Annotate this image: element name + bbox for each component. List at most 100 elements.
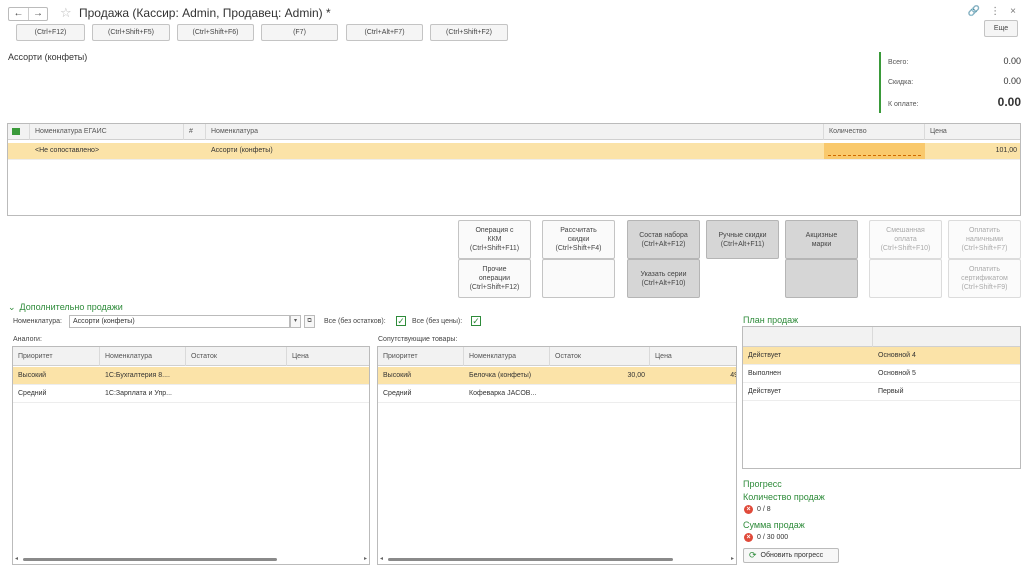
related-col-stock[interactable]: Остаток — [550, 347, 650, 366]
pay-row: К оплате: 0.00 — [888, 95, 1021, 109]
table-row[interactable]: <Не сопоставлено> Ассорти (конфеты) 101,… — [8, 143, 1020, 160]
more-menu-icon[interactable]: ⋮ — [990, 6, 1000, 17]
window-title: Продажа (Кассир: Admin, Продавец: Admin)… — [79, 6, 331, 20]
specify-series-button[interactable]: Указать серии (Ctrl+Alt+F10) — [627, 259, 700, 298]
nomenclature-cell: Ассорти (конфеты) — [211, 147, 273, 154]
additional-sales-header[interactable]: ⌄ Дополнительно продажи — [8, 302, 123, 313]
table-row[interactable]: Высокий Белочка (конфеты) 30,00 49 — [378, 367, 736, 385]
sales-plan-header — [743, 327, 1020, 347]
manual-discounts-button[interactable]: Ручные скидки (Ctrl+Alt+F11) — [706, 220, 779, 259]
analogs-table[interactable]: Приоритет Номенклатура Остаток Цена Высо… — [12, 346, 370, 565]
goods-table-header: Номенклатура ЕГАИС # Номенклатура Количе… — [8, 124, 1020, 140]
sales-sum-progress: × 0 / 30 000 — [744, 533, 788, 542]
top-button-6[interactable]: (Ctrl+Shift+F2) — [430, 24, 508, 41]
table-row[interactable]: Действует Первый — [743, 383, 1020, 401]
analogs-scrollbar[interactable]: ◂ ▸ — [13, 555, 369, 564]
open-item-icon[interactable]: ⧉ — [304, 315, 315, 328]
quantity-input[interactable] — [824, 143, 925, 159]
goods-table[interactable]: Номенклатура ЕГАИС # Номенклатура Количе… — [7, 123, 1021, 216]
back-arrow-icon[interactable]: ← — [9, 8, 28, 20]
sales-plan-title: План продаж — [743, 315, 799, 325]
all-no-price-checkbox[interactable]: ✓ — [471, 316, 481, 326]
calculate-discounts-button[interactable]: Рассчитать скидки (Ctrl+Shift+F4) — [542, 220, 615, 259]
pay-cash-button[interactable]: Оплатить наличными (Ctrl+Shift+F7) — [948, 220, 1021, 259]
top-button-5[interactable]: (Ctrl+Alt+F7) — [346, 24, 423, 41]
priority-cell: Средний — [383, 390, 412, 397]
column-price[interactable]: Цена — [925, 124, 1020, 140]
dropdown-icon[interactable]: ▾ — [290, 315, 301, 328]
set-composition-button[interactable]: Состав набора (Ctrl+Alt+F12) — [627, 220, 700, 259]
related-col-priority[interactable]: Приоритет — [378, 347, 464, 366]
sales-plan-table[interactable]: Действует Основной 4 Выполнен Основной 5… — [742, 326, 1021, 469]
empty-button-3[interactable] — [869, 259, 942, 298]
top-button-1[interactable]: (Ctrl+F12) — [16, 24, 85, 41]
total-row: Всего: 0.00 — [888, 56, 1021, 66]
scroll-thumb[interactable] — [388, 558, 673, 561]
related-col-nomenclature[interactable]: Номенклатура — [464, 347, 550, 366]
plan-col-name[interactable] — [873, 327, 1020, 347]
error-icon: × — [744, 505, 753, 514]
excise-marks-button[interactable]: Акцизные марки — [785, 220, 858, 259]
plan-name-cell: Первый — [878, 388, 904, 395]
scroll-right-icon[interactable]: ▸ — [731, 555, 734, 564]
analogs-col-nomenclature[interactable]: Номенклатура — [100, 347, 186, 366]
pay-value: 0.00 — [997, 95, 1021, 109]
table-row[interactable]: Средний 1С:Зарплата и Упр... — [13, 385, 369, 403]
column-nomenclature[interactable]: Номенклатура — [206, 124, 824, 140]
plan-col-status[interactable] — [743, 327, 873, 347]
top-button-3[interactable]: (Ctrl+Shift+F6) — [177, 24, 254, 41]
error-icon: × — [744, 533, 753, 542]
total-value: 0.00 — [1003, 56, 1021, 66]
empty-button-1[interactable] — [542, 259, 615, 298]
progress-title: Прогресс — [743, 479, 782, 489]
refresh-progress-button[interactable]: ⟳ Обновить прогресс — [743, 548, 839, 563]
nav-buttons: ← → — [8, 7, 48, 21]
table-row[interactable]: Высокий 1С:Бухгалтерия 8.... — [13, 367, 369, 385]
top-button-2[interactable]: (Ctrl+Shift+F5) — [92, 24, 170, 41]
analogs-col-priority[interactable]: Приоритет — [13, 347, 100, 366]
nomenclature-field[interactable]: Ассорти (конфеты) — [69, 315, 290, 328]
close-icon[interactable]: × — [1010, 6, 1016, 17]
column-quantity[interactable]: Количество — [824, 124, 925, 140]
analogs-header: Приоритет Номенклатура Остаток Цена — [13, 347, 369, 366]
kkm-operation-button[interactable]: Операция с ККМ (Ctrl+Shift+F11) — [458, 220, 531, 259]
plan-name-cell: Основной 4 — [878, 352, 916, 359]
scroll-left-icon[interactable]: ◂ — [380, 555, 383, 564]
related-table[interactable]: Приоритет Номенклатура Остаток Цена Высо… — [377, 346, 737, 565]
favorite-star-icon[interactable]: ☆ — [60, 5, 72, 21]
refresh-progress-label: Обновить прогресс — [760, 552, 824, 559]
all-no-stock-checkbox[interactable]: ✓ — [396, 316, 406, 326]
mixed-payment-button[interactable]: Смешанная оплата (Ctrl+Shift+F10) — [869, 220, 942, 259]
all-no-price-label: Все (без цены): — [412, 318, 463, 325]
sales-count-progress: × 0 / 8 — [744, 505, 771, 514]
scroll-thumb[interactable] — [23, 558, 277, 561]
nomenclature-cell: Кофеварка JACOB... — [469, 390, 537, 397]
scroll-right-icon[interactable]: ▸ — [364, 555, 367, 564]
table-row[interactable]: Средний Кофеварка JACOB... — [378, 385, 736, 403]
link-icon[interactable]: 🔗 — [968, 6, 980, 17]
stock-cell: 30,00 — [627, 372, 645, 379]
forward-arrow-icon[interactable]: → — [28, 8, 47, 20]
analogs-col-price[interactable]: Цена — [287, 347, 369, 366]
top-button-4[interactable]: (F7) — [261, 24, 338, 41]
table-row[interactable]: Действует Основной 4 — [743, 347, 1020, 365]
column-egais[interactable]: Номенклатура ЕГАИС — [30, 124, 184, 140]
more-button[interactable]: Еще — [984, 20, 1018, 37]
analogs-col-stock[interactable]: Остаток — [186, 347, 287, 366]
related-scrollbar[interactable]: ◂ ▸ — [378, 555, 736, 564]
sales-sum-value: 0 / 30 000 — [757, 534, 789, 541]
current-item-name: Ассорти (конфеты) — [8, 52, 88, 62]
price-cell: 101,00 — [995, 147, 1017, 154]
plan-name-cell: Основной 5 — [878, 370, 916, 377]
other-operations-button[interactable]: Прочие операции (Ctrl+Shift+F12) — [458, 259, 531, 298]
egais-cell: <Не сопоставлено> — [35, 147, 100, 154]
related-col-price[interactable]: Цена — [650, 347, 736, 366]
chevron-down-icon: ⌄ — [8, 302, 16, 312]
pay-certificate-button[interactable]: Оплатить сертификатом (Ctrl+Shift+F9) — [948, 259, 1021, 298]
discount-row: Скидка: 0.00 — [888, 76, 1021, 86]
empty-button-2[interactable] — [785, 259, 858, 298]
table-row[interactable]: Выполнен Основной 5 — [743, 365, 1020, 383]
plan-status-cell: Действует — [748, 352, 782, 359]
hash-column-icon: # — [184, 124, 206, 140]
scroll-left-icon[interactable]: ◂ — [15, 555, 18, 564]
